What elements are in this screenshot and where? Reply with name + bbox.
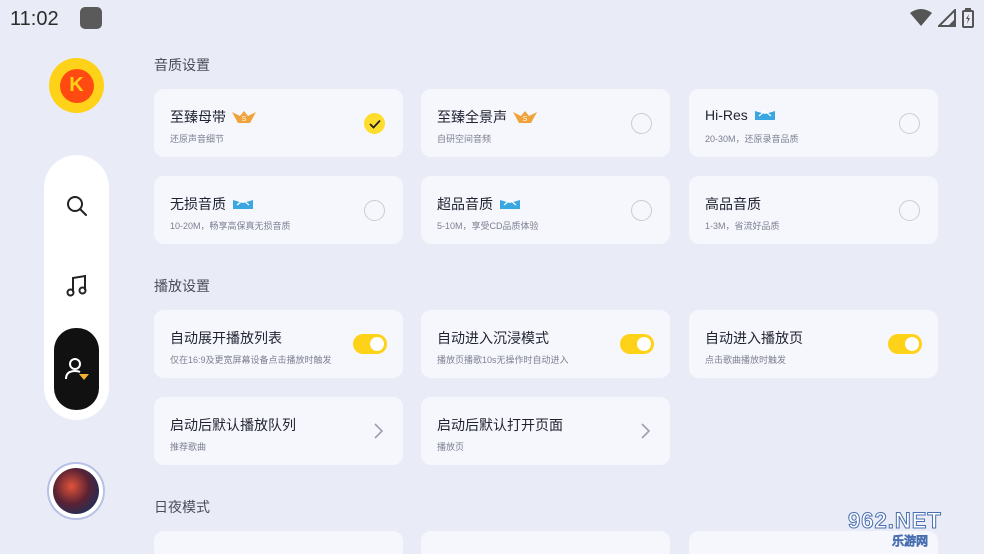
setting-auto-expand-playlist[interactable]: 自动展开播放列表 仅在16:9及更宽屏幕设备点击播放时触发 (154, 310, 403, 378)
setting-title: 自动展开播放列表 (170, 330, 282, 346)
toggle-switch-on[interactable] (620, 334, 654, 354)
section-title-daynight: 日夜模式 (154, 499, 210, 515)
user-avatar[interactable] (47, 462, 105, 520)
watermark-sub: 乐游网 (892, 534, 929, 549)
option-subtitle: 自研空间音频 (437, 134, 492, 144)
setting-auto-player-page[interactable]: 自动进入播放页 点击歌曲播放时触发 (689, 310, 938, 378)
chevron-right-icon (374, 423, 384, 439)
setting-subtitle: 播放页播歌10s无操作时自动进入 (437, 355, 569, 365)
chevron-right-icon (641, 423, 651, 439)
setting-subtitle: 点击歌曲播放时触发 (705, 355, 787, 365)
setting-title: 启动后默认打开页面 (437, 417, 563, 433)
option-subtitle: 5-10M，享受CD品质体验 (437, 221, 539, 231)
nav-music-button[interactable] (54, 263, 99, 308)
avatar-image (53, 468, 99, 514)
svg-text:S: S (523, 116, 528, 123)
nav-rail (44, 155, 109, 420)
setting-subtitle: 推荐歌曲 (170, 442, 207, 452)
setting-subtitle: 仅在16:9及更宽屏幕设备点击播放时触发 (170, 355, 332, 365)
setting-subtitle: 播放页 (437, 442, 465, 452)
radio-unselected[interactable] (899, 113, 920, 134)
section-title-playback: 播放设置 (154, 278, 210, 294)
svg-text:S: S (242, 116, 247, 123)
toggle-switch-on[interactable] (353, 334, 387, 354)
daynight-option-1[interactable] (154, 531, 403, 554)
nav-search-button[interactable] (54, 183, 99, 228)
check-icon (368, 119, 381, 129)
section-title-quality: 音质设置 (154, 57, 210, 73)
option-subtitle: 20-30M，还原录音品质 (705, 134, 799, 144)
setting-title: 自动进入播放页 (705, 330, 803, 346)
quality-option-lossless[interactable]: 无损音质 10-20M，畅享高保真无损音质 (154, 176, 403, 244)
radio-unselected[interactable] (631, 113, 652, 134)
quality-option-atmos[interactable]: 至臻全景声 S 自研空间音频 (421, 89, 670, 157)
vip-blue-badge-icon (754, 110, 775, 120)
daynight-option-2[interactable] (421, 531, 670, 554)
music-note-icon (66, 274, 86, 296)
search-icon (66, 195, 87, 216)
site-watermark: 962.NET 乐游网 (848, 508, 978, 550)
status-time: 11:02 (10, 8, 59, 30)
option-title: 超品音质 (437, 196, 493, 212)
setting-title: 自动进入沉浸模式 (437, 330, 549, 346)
setting-auto-immersive[interactable]: 自动进入沉浸模式 播放页播歌10s无操作时自动进入 (421, 310, 670, 378)
option-subtitle: 1-3M，省流好品质 (705, 221, 780, 231)
option-title: 至臻母带 (170, 109, 226, 125)
vip-blue-badge-icon (500, 199, 520, 209)
option-title: 至臻全景声 (437, 109, 507, 125)
app-logo[interactable]: K (49, 58, 104, 113)
radio-selected[interactable] (364, 113, 385, 134)
nav-profile-button[interactable] (54, 328, 99, 410)
wifi-icon (910, 9, 932, 26)
quality-option-hires[interactable]: Hi-Res 20-30M，还原录音品质 (689, 89, 938, 157)
vip-blue-badge-icon (233, 199, 253, 209)
option-subtitle: 还原声音细节 (170, 134, 225, 144)
quality-option-high[interactable]: 高品音质 1-3M，省流好品质 (689, 176, 938, 244)
quality-option-superior[interactable]: 超品音质 5-10M，享受CD品质体验 (421, 176, 670, 244)
setting-default-queue[interactable]: 启动后默认播放队列 推荐歌曲 (154, 397, 403, 465)
system-icons (910, 8, 974, 28)
kugou-logo-icon: K (59, 68, 94, 103)
option-title: 高品音质 (705, 196, 761, 212)
user-profile-icon (64, 358, 89, 380)
battery-icon (962, 8, 974, 28)
radio-unselected[interactable] (899, 200, 920, 221)
notification-app-icon (80, 7, 102, 29)
setting-default-page[interactable]: 启动后默认打开页面 播放页 (421, 397, 670, 465)
watermark-main: 962.NET (848, 508, 942, 534)
quality-option-master[interactable]: 至臻母带 S 还原声音细节 (154, 89, 403, 157)
radio-unselected[interactable] (364, 200, 385, 221)
toggle-switch-on[interactable] (888, 334, 922, 354)
vip-gold-badge-icon: S (232, 111, 256, 123)
radio-unselected[interactable] (631, 200, 652, 221)
vip-gold-badge-icon: S (513, 111, 537, 123)
option-title: 无损音质 (170, 196, 226, 212)
setting-title: 启动后默认播放队列 (170, 417, 296, 433)
option-title: Hi-Res (705, 107, 748, 123)
signal-icon (938, 9, 956, 27)
status-bar: 11:02 (0, 0, 984, 36)
option-subtitle: 10-20M，畅享高保真无损音质 (170, 221, 291, 231)
